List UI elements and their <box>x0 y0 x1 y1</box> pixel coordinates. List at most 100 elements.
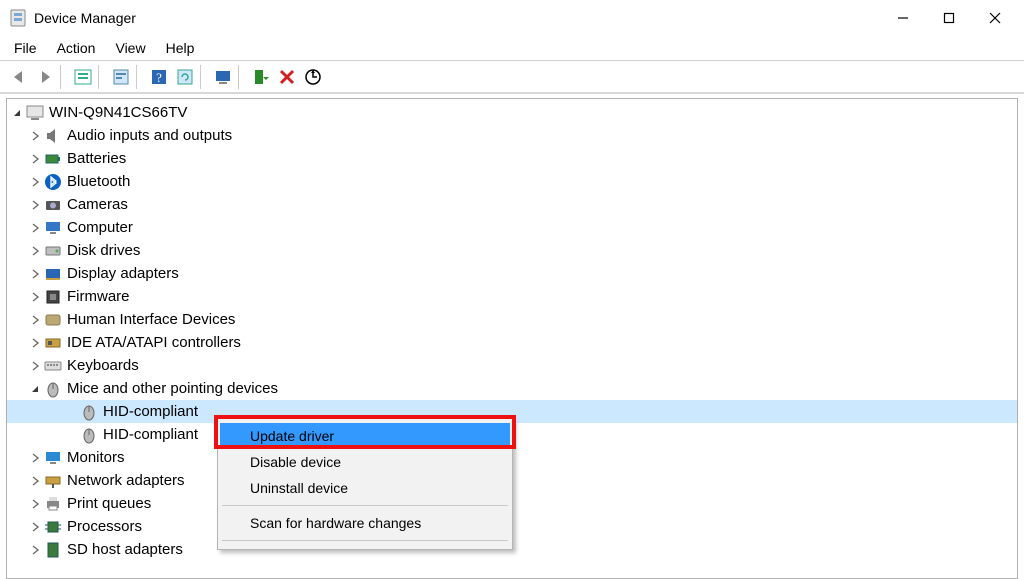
expand-icon[interactable] <box>27 151 43 167</box>
menu-action[interactable]: Action <box>47 38 106 58</box>
scan-hardware-button[interactable] <box>300 64 326 90</box>
tree-node-battery[interactable]: Batteries <box>7 147 1017 170</box>
menu-view[interactable]: View <box>105 38 155 58</box>
hid-icon <box>43 310 63 330</box>
battery-icon <box>43 149 63 169</box>
network-icon <box>43 471 63 491</box>
tree-node-display-adapter[interactable]: Display adapters <box>7 262 1017 285</box>
collapse-icon[interactable] <box>27 381 43 397</box>
svg-text:?: ? <box>156 70 162 85</box>
tree-node-hid[interactable]: Human Interface Devices <box>7 308 1017 331</box>
tree-node-label: Cameras <box>67 196 128 213</box>
help-toolbar-button[interactable]: ? <box>146 64 172 90</box>
expander-placeholder <box>63 404 79 420</box>
collapse-icon[interactable] <box>9 105 25 121</box>
tree-node-label: IDE ATA/ATAPI controllers <box>67 334 241 351</box>
expand-icon[interactable] <box>27 243 43 259</box>
window-title: Device Manager <box>34 10 136 26</box>
expand-icon[interactable] <box>27 542 43 558</box>
tree-node-label: Audio inputs and outputs <box>67 127 232 144</box>
expander-placeholder <box>63 427 79 443</box>
uninstall-device-button[interactable] <box>274 64 300 90</box>
device-manager-icon <box>8 8 28 28</box>
tree-node-bluetooth[interactable]: Bluetooth <box>7 170 1017 193</box>
bluetooth-icon <box>43 172 63 192</box>
tree-node-disk[interactable]: Disk drives <box>7 239 1017 262</box>
sd-icon <box>43 540 63 560</box>
expand-icon[interactable] <box>27 450 43 466</box>
expand-icon[interactable] <box>27 519 43 535</box>
refresh-button[interactable] <box>172 64 198 90</box>
toolbar: ? <box>0 60 1024 94</box>
context-uninstall-device[interactable]: Uninstall device <box>220 475 510 501</box>
tree-node-label: Firmware <box>67 288 130 305</box>
expand-icon[interactable] <box>27 496 43 512</box>
keyboard-icon <box>43 356 63 376</box>
tree-node-keyboard[interactable]: Keyboards <box>7 354 1017 377</box>
context-separator <box>222 540 508 541</box>
speaker-icon <box>43 126 63 146</box>
tree-node-mouse[interactable]: Mice and other pointing devices <box>7 377 1017 400</box>
tree-node-ide[interactable]: IDE ATA/ATAPI controllers <box>7 331 1017 354</box>
nav-forward-button[interactable] <box>32 64 58 90</box>
nav-back-button[interactable] <box>6 64 32 90</box>
computer-icon <box>43 218 63 238</box>
tree-node-speaker[interactable]: Audio inputs and outputs <box>7 124 1017 147</box>
tree-node-label: Computer <box>67 219 133 236</box>
menu-file[interactable]: File <box>4 38 47 58</box>
tree-node-label: Batteries <box>67 150 126 167</box>
update-driver-toolbar-button[interactable] <box>210 64 236 90</box>
tree-node-computer[interactable]: Computer <box>7 216 1017 239</box>
tree-node-label: Bluetooth <box>67 173 130 190</box>
tree-node-label: Processors <box>67 518 142 535</box>
tree-node-label: Network adapters <box>67 472 185 489</box>
expand-icon[interactable] <box>27 289 43 305</box>
tree-node-label: HID-compliant <box>103 426 198 443</box>
context-disable-device[interactable]: Disable device <box>220 449 510 475</box>
disk-icon <box>43 241 63 261</box>
tree-root[interactable]: WIN-Q9N41CS66TV <box>7 101 1017 124</box>
tree-node-camera[interactable]: Cameras <box>7 193 1017 216</box>
tree-node-label: Disk drives <box>67 242 140 259</box>
tree-node-label: Human Interface Devices <box>67 311 235 328</box>
tree-node-label: WIN-Q9N41CS66TV <box>49 104 187 121</box>
menu-bar: File Action View Help <box>0 36 1024 60</box>
processor-icon <box>43 517 63 537</box>
camera-icon <box>43 195 63 215</box>
tree-node-label: HID-compliant <box>103 403 198 420</box>
mouse-icon <box>79 402 99 422</box>
menu-help[interactable]: Help <box>156 38 205 58</box>
expand-icon[interactable] <box>27 358 43 374</box>
mouse-icon <box>43 379 63 399</box>
tree-node-label: Print queues <box>67 495 151 512</box>
expand-icon[interactable] <box>27 312 43 328</box>
tree-node-label: SD host adapters <box>67 541 183 558</box>
close-button[interactable] <box>972 2 1018 34</box>
expand-icon[interactable] <box>27 335 43 351</box>
firmware-icon <box>43 287 63 307</box>
tree-node-label: Display adapters <box>67 265 179 282</box>
tree-node-label: Monitors <box>67 449 125 466</box>
expand-icon[interactable] <box>27 197 43 213</box>
tree-node-label: Keyboards <box>67 357 139 374</box>
computer-root-icon <box>25 103 45 123</box>
ide-icon <box>43 333 63 353</box>
expand-icon[interactable] <box>27 266 43 282</box>
monitor-icon <box>43 448 63 468</box>
expand-icon[interactable] <box>27 174 43 190</box>
minimize-button[interactable] <box>880 2 926 34</box>
tree-node-label: Mice and other pointing devices <box>67 380 278 397</box>
mouse-icon <box>79 425 99 445</box>
properties-button[interactable] <box>108 64 134 90</box>
context-update-driver[interactable]: Update driver <box>220 423 510 449</box>
expand-icon[interactable] <box>27 473 43 489</box>
maximize-button[interactable] <box>926 2 972 34</box>
expand-icon[interactable] <box>27 128 43 144</box>
tree-node-firmware[interactable]: Firmware <box>7 285 1017 308</box>
context-separator <box>222 505 508 506</box>
context-menu: Update driver Disable device Uninstall d… <box>217 418 513 550</box>
context-scan-hardware[interactable]: Scan for hardware changes <box>220 510 510 536</box>
show-hidden-button[interactable] <box>70 64 96 90</box>
expand-icon[interactable] <box>27 220 43 236</box>
enable-device-button[interactable] <box>248 64 274 90</box>
